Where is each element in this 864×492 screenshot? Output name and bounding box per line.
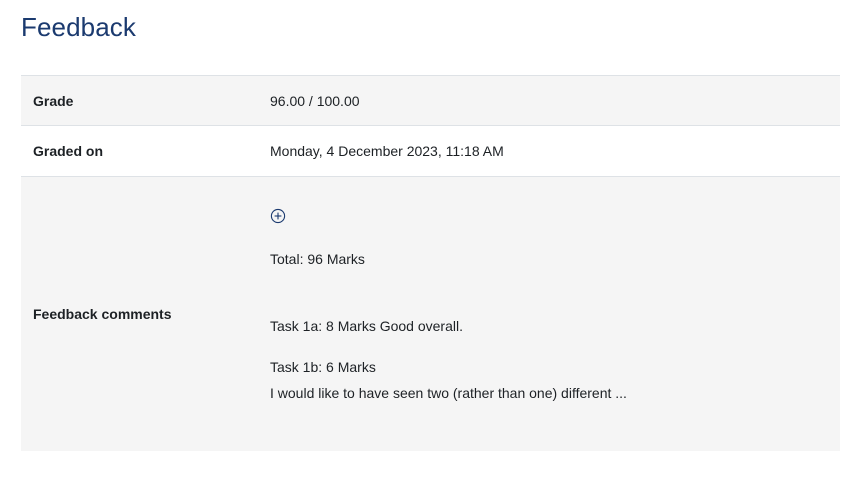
grade-value: 96.00 / 100.00 bbox=[270, 92, 360, 109]
graded-on-row: Graded on Monday, 4 December 2023, 11:18… bbox=[21, 126, 840, 177]
graded-on-value: Monday, 4 December 2023, 11:18 AM bbox=[270, 143, 504, 159]
feedback-total: Total: 96 Marks bbox=[270, 251, 365, 267]
grade-row: Grade 96.00 / 100.00 bbox=[21, 76, 840, 126]
feedback-task-1b-note: I would like to have seen two (rather th… bbox=[270, 385, 627, 401]
feedback-page: Feedback Grade 96.00 / 100.00 Graded on … bbox=[0, 0, 864, 492]
feedback-comments-row: Feedback comments Total: 96 Marks Task 1… bbox=[21, 177, 840, 451]
graded-on-label: Graded on bbox=[33, 143, 104, 159]
feedback-comments-value: Total: 96 Marks Task 1a: 8 Marks Good ov… bbox=[270, 177, 840, 451]
feedback-task-1a: Task 1a: 8 Marks Good overall. bbox=[270, 318, 463, 334]
feedback-table: Grade 96.00 / 100.00 Graded on Monday, 4… bbox=[21, 75, 840, 451]
page-title: Feedback bbox=[21, 12, 136, 42]
feedback-task-1b: Task 1b: 6 Marks bbox=[270, 359, 376, 375]
grade-label: Grade bbox=[33, 92, 74, 109]
plus-circle-icon[interactable] bbox=[270, 208, 286, 224]
feedback-comments-label: Feedback comments bbox=[33, 306, 172, 322]
